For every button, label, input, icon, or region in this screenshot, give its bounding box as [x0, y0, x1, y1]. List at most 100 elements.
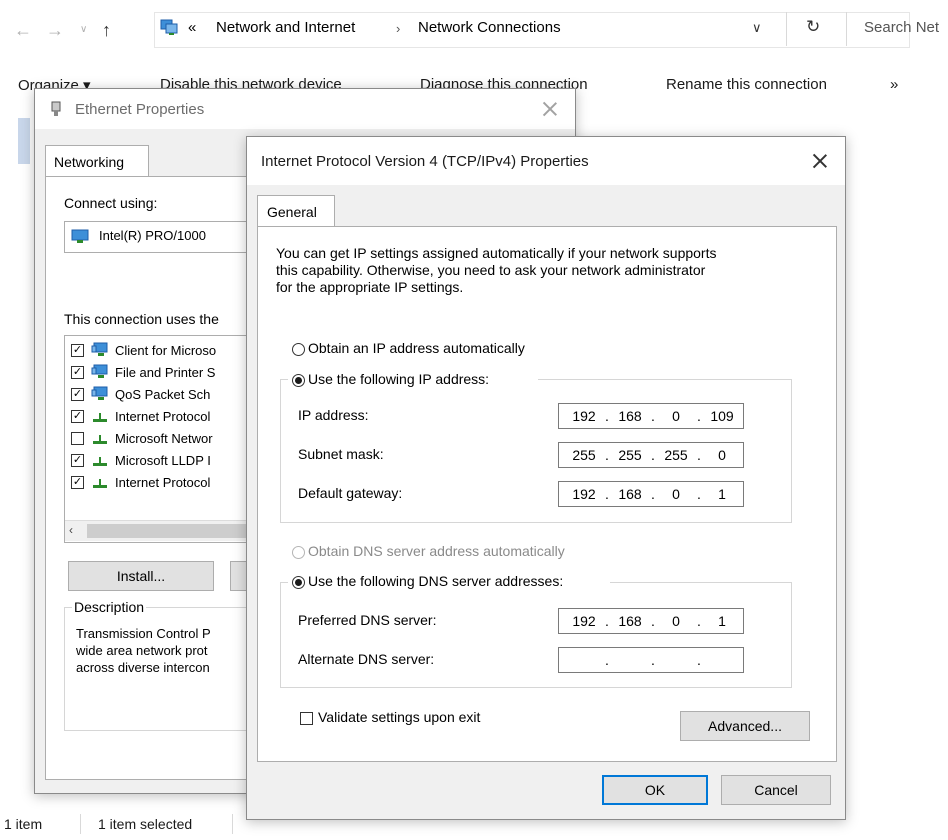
- component-checkbox[interactable]: ✓: [71, 344, 84, 357]
- search-box[interactable]: Search Net: [864, 19, 939, 36]
- address-dropdown-chevron-icon[interactable]: ∨: [752, 20, 762, 36]
- octet-dot: .: [651, 652, 655, 668]
- octet-dot: .: [651, 408, 655, 424]
- ipv4-titlebar: Internet Protocol Version 4 (TCP/IPv4) P…: [247, 137, 845, 185]
- octet-dot: .: [605, 613, 609, 629]
- alternate-dns-label: Alternate DNS server:: [298, 651, 435, 667]
- octet-dot: .: [697, 447, 701, 463]
- component-checkbox[interactable]: ✓: [71, 388, 84, 401]
- gateway-octet: 0: [672, 486, 680, 502]
- recent-locations-chevron-icon[interactable]: ∨: [80, 24, 87, 35]
- scrollbar-thumb[interactable]: [87, 524, 267, 538]
- component-checkbox[interactable]: ✓: [71, 476, 84, 489]
- tab-networking[interactable]: Networking: [45, 145, 149, 178]
- subnet-octet: 255: [572, 447, 596, 463]
- description-text: Transmission Control P wide area network…: [76, 625, 211, 676]
- breadcrumb-overflow[interactable]: «: [188, 19, 196, 36]
- ip-address-input[interactable]: 192. 168. 0. 109: [558, 403, 744, 429]
- subnet-mask-input[interactable]: 255. 255. 255. 0: [558, 442, 744, 468]
- back-arrow-icon[interactable]: ←: [14, 20, 32, 41]
- ip-octet: 109: [710, 408, 734, 424]
- network-client-icon: [91, 386, 109, 402]
- cancel-button[interactable]: Cancel: [721, 775, 831, 805]
- description-line: across diverse intercon: [76, 660, 210, 675]
- divider: [786, 12, 787, 46]
- validate-checkbox[interactable]: [300, 712, 313, 725]
- obtain-ip-auto-label[interactable]: Obtain an IP address automatically: [308, 340, 525, 356]
- breadcrumb-network-and-internet[interactable]: Network and Internet: [216, 19, 355, 36]
- dns-octet: 0: [672, 613, 680, 629]
- divider: [846, 12, 847, 46]
- obtain-dns-auto-radio[interactable]: [292, 546, 305, 559]
- octet-dot: .: [697, 408, 701, 424]
- preferred-dns-input[interactable]: 192. 168. 0. 1: [558, 608, 744, 634]
- advanced-button[interactable]: Advanced...: [680, 711, 810, 741]
- use-following-ip-radio[interactable]: [292, 374, 305, 387]
- component-checkbox[interactable]: ✓: [71, 410, 84, 423]
- gateway-octet: 168: [618, 486, 642, 502]
- tab-general-label: General: [267, 204, 317, 220]
- protocol-icon: [91, 474, 109, 490]
- scroll-left-icon[interactable]: ‹: [69, 523, 73, 537]
- component-label: QoS Packet Sch: [115, 387, 211, 402]
- network-adapter-icon: [71, 228, 91, 246]
- network-folder-icon: [160, 17, 180, 37]
- divider: [80, 814, 81, 834]
- protocol-icon: [91, 408, 109, 424]
- connect-using-label: Connect using:: [64, 195, 158, 211]
- ok-button[interactable]: OK: [602, 775, 708, 805]
- subnet-mask-label: Subnet mask:: [298, 446, 384, 462]
- use-following-dns-label[interactable]: Use the following DNS server addresses:: [308, 573, 563, 589]
- subnet-octet: 0: [718, 447, 726, 463]
- tab-general[interactable]: General: [257, 195, 335, 228]
- obtain-ip-auto-radio[interactable]: [292, 343, 305, 356]
- close-icon[interactable]: [541, 100, 559, 118]
- description-line: wide area network prot: [76, 643, 208, 658]
- octet-dot: .: [605, 652, 609, 668]
- more-commands-button[interactable]: »: [890, 76, 898, 93]
- network-client-icon: [91, 342, 109, 358]
- use-following-dns-radio[interactable]: [292, 576, 305, 589]
- ip-octet: 192: [572, 408, 596, 424]
- connection-uses-label: This connection uses the: [64, 311, 219, 327]
- validate-label[interactable]: Validate settings upon exit: [318, 709, 480, 725]
- component-checkbox[interactable]: ✓: [71, 366, 84, 379]
- obtain-dns-auto-label[interactable]: Obtain DNS server address automatically: [308, 543, 565, 559]
- adapter-name: Intel(R) PRO/1000: [99, 228, 206, 243]
- breadcrumb-separator-icon: ›: [396, 21, 401, 36]
- octet-dot: .: [651, 486, 655, 502]
- ethernet-titlebar: Ethernet Properties: [35, 89, 575, 129]
- dns-octet: 192: [572, 613, 596, 629]
- default-gateway-input[interactable]: 192. 168. 0. 1: [558, 481, 744, 507]
- install-button[interactable]: Install...: [68, 561, 214, 591]
- intro-line: for the appropriate IP settings.: [276, 279, 464, 295]
- refresh-icon[interactable]: ↻: [806, 17, 820, 37]
- octet-dot: .: [605, 447, 609, 463]
- ip-octet: 0: [672, 408, 680, 424]
- octet-dot: .: [697, 652, 701, 668]
- subnet-octet: 255: [618, 447, 642, 463]
- breadcrumb-network-connections[interactable]: Network Connections: [418, 19, 561, 36]
- intro-text: You can get IP settings assigned automat…: [276, 245, 716, 296]
- component-checkbox[interactable]: ✓: [71, 454, 84, 467]
- octet-dot: .: [605, 408, 609, 424]
- alternate-dns-input[interactable]: . . .: [558, 647, 744, 673]
- preferred-dns-label: Preferred DNS server:: [298, 612, 437, 628]
- octet-dot: .: [697, 613, 701, 629]
- ip-address-label: IP address:: [298, 407, 369, 423]
- rename-command[interactable]: Rename this connection: [666, 76, 827, 93]
- component-label: Internet Protocol: [115, 475, 211, 490]
- ethernet-adapter-icon: [49, 101, 63, 117]
- intro-line: You can get IP settings assigned automat…: [276, 245, 717, 261]
- octet-dot: .: [651, 447, 655, 463]
- forward-arrow-icon[interactable]: →: [46, 20, 64, 41]
- octet-dot: .: [651, 613, 655, 629]
- status-item-count: 1 item: [4, 816, 43, 832]
- use-following-ip-label[interactable]: Use the following IP address:: [308, 371, 489, 387]
- octet-dot: .: [697, 486, 701, 502]
- dns-octet: 168: [618, 613, 642, 629]
- component-checkbox[interactable]: [71, 432, 84, 445]
- up-arrow-icon[interactable]: ↑: [102, 20, 111, 41]
- description-line: Transmission Control P: [76, 626, 211, 641]
- close-icon[interactable]: [811, 152, 829, 170]
